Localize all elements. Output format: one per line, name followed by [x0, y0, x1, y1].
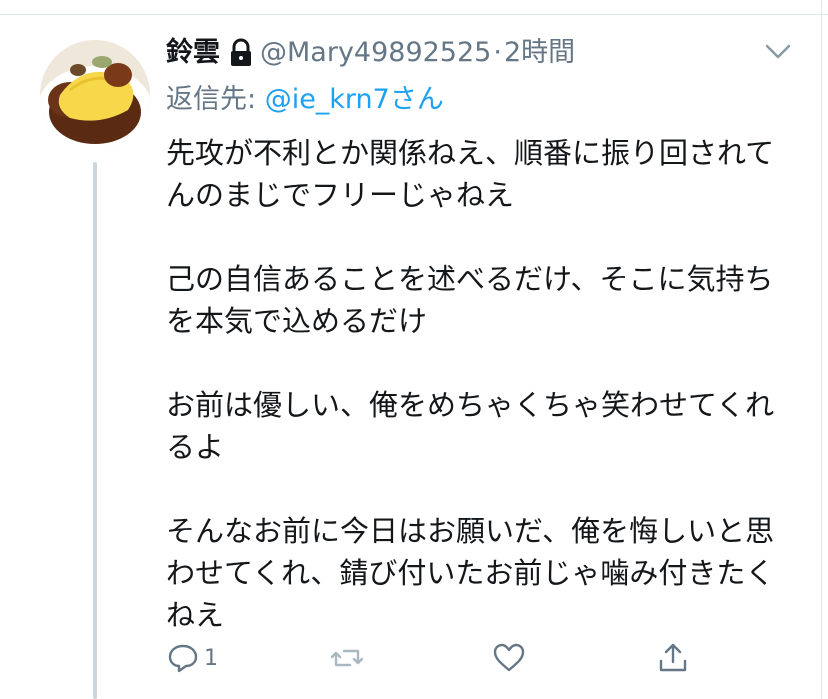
tweet-paragraph: お前は優しい、俺をめちゃくちゃ笑わせてくれるよ	[166, 388, 775, 464]
retweet-button[interactable]	[330, 638, 364, 678]
reply-count: 1	[204, 645, 218, 671]
thread-line	[93, 162, 97, 699]
retweet-icon	[330, 649, 364, 667]
timestamp[interactable]: 2時間	[504, 30, 575, 76]
reply-context: 返信先: @ie_krn7さん	[166, 78, 444, 122]
tweet-actions: 1	[160, 638, 720, 682]
right-divider	[821, 0, 828, 699]
tweet-paragraph: 先攻が不利とか関係ねえ、順番に振り回されてんのまじでフリーじゃねえ	[166, 136, 775, 212]
reply-to-label: 返信先:	[166, 84, 265, 115]
chevron-down-icon[interactable]	[764, 42, 792, 62]
like-button[interactable]	[492, 638, 526, 678]
user-handle[interactable]: @Mary49892525	[260, 30, 491, 76]
reply-button[interactable]: 1	[166, 638, 218, 678]
avatar-image	[40, 40, 150, 150]
like-icon	[493, 643, 525, 672]
share-icon	[659, 643, 687, 672]
tweet-paragraph: 己の自信あることを述べるだけ、そこに気持ちを本気で込めるだけ	[166, 262, 774, 338]
tweet-text: 先攻が不利とか関係ねえ、順番に振り回されてんのまじでフリーじゃねえ 己の自信ある…	[166, 132, 776, 678]
tweet-header: 鈴雲 @Mary49892525 · 2時間	[166, 30, 768, 76]
top-divider	[0, 0, 828, 15]
reply-icon	[168, 644, 198, 673]
lock-icon	[231, 38, 251, 66]
separator-dot: ·	[493, 37, 502, 68]
tweet-paragraph: そんなお前に今日はお願いだ、俺を悔しいと思わせてくれ、錆び付いたお前じゃ噛み付き…	[166, 514, 775, 632]
reply-to-mention[interactable]: @ie_krn7さん	[265, 84, 444, 115]
share-button[interactable]	[656, 638, 690, 678]
avatar[interactable]	[40, 40, 150, 150]
display-name[interactable]: 鈴雲	[166, 30, 220, 76]
